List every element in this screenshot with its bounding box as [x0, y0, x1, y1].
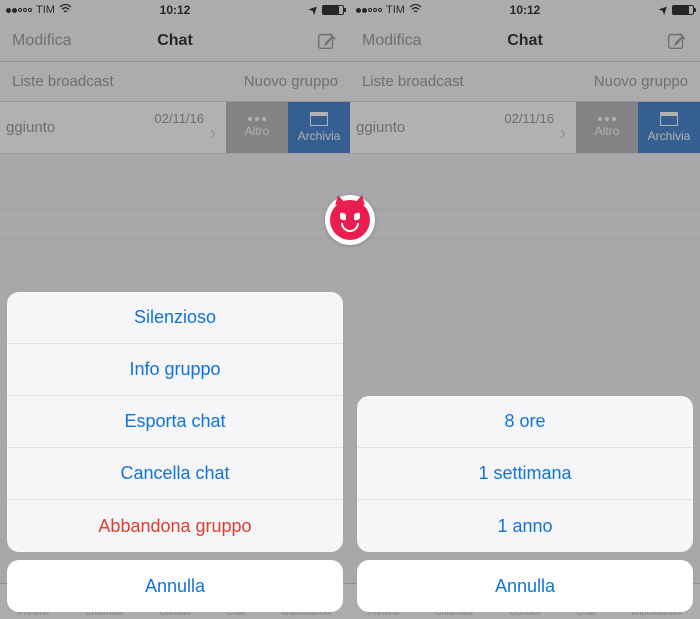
devil-icon — [330, 200, 370, 240]
sheet-item-abbandona-gruppo[interactable]: Abbandona gruppo — [7, 500, 343, 552]
sheet-item-cancella-chat[interactable]: Cancella chat — [7, 448, 343, 500]
action-sheet-overlay[interactable]: Silenzioso Info gruppo Esporta chat Canc… — [0, 0, 350, 619]
cancel-button[interactable]: Annulla — [357, 560, 693, 612]
sheet-item-silenzioso[interactable]: Silenzioso — [7, 292, 343, 344]
sheet-item-1-settimana[interactable]: 1 settimana — [357, 448, 693, 500]
action-sheet: Silenzioso Info gruppo Esporta chat Canc… — [7, 292, 343, 552]
action-sheet-overlay[interactable]: 8 ore 1 settimana 1 anno Annulla — [350, 0, 700, 619]
cancel-button[interactable]: Annulla — [7, 560, 343, 612]
screen-right: TIM 10:12 Modifica Chat Liste broadcast … — [350, 0, 700, 619]
action-sheet: 8 ore 1 settimana 1 anno — [357, 396, 693, 552]
sheet-item-info-gruppo[interactable]: Info gruppo — [7, 344, 343, 396]
watermark-badge — [325, 195, 375, 245]
sheet-item-1-anno[interactable]: 1 anno — [357, 500, 693, 552]
screen-left: TIM 10:12 Modifica Chat Liste broadcast … — [0, 0, 350, 619]
sheet-item-esporta-chat[interactable]: Esporta chat — [7, 396, 343, 448]
sheet-item-8-ore[interactable]: 8 ore — [357, 396, 693, 448]
